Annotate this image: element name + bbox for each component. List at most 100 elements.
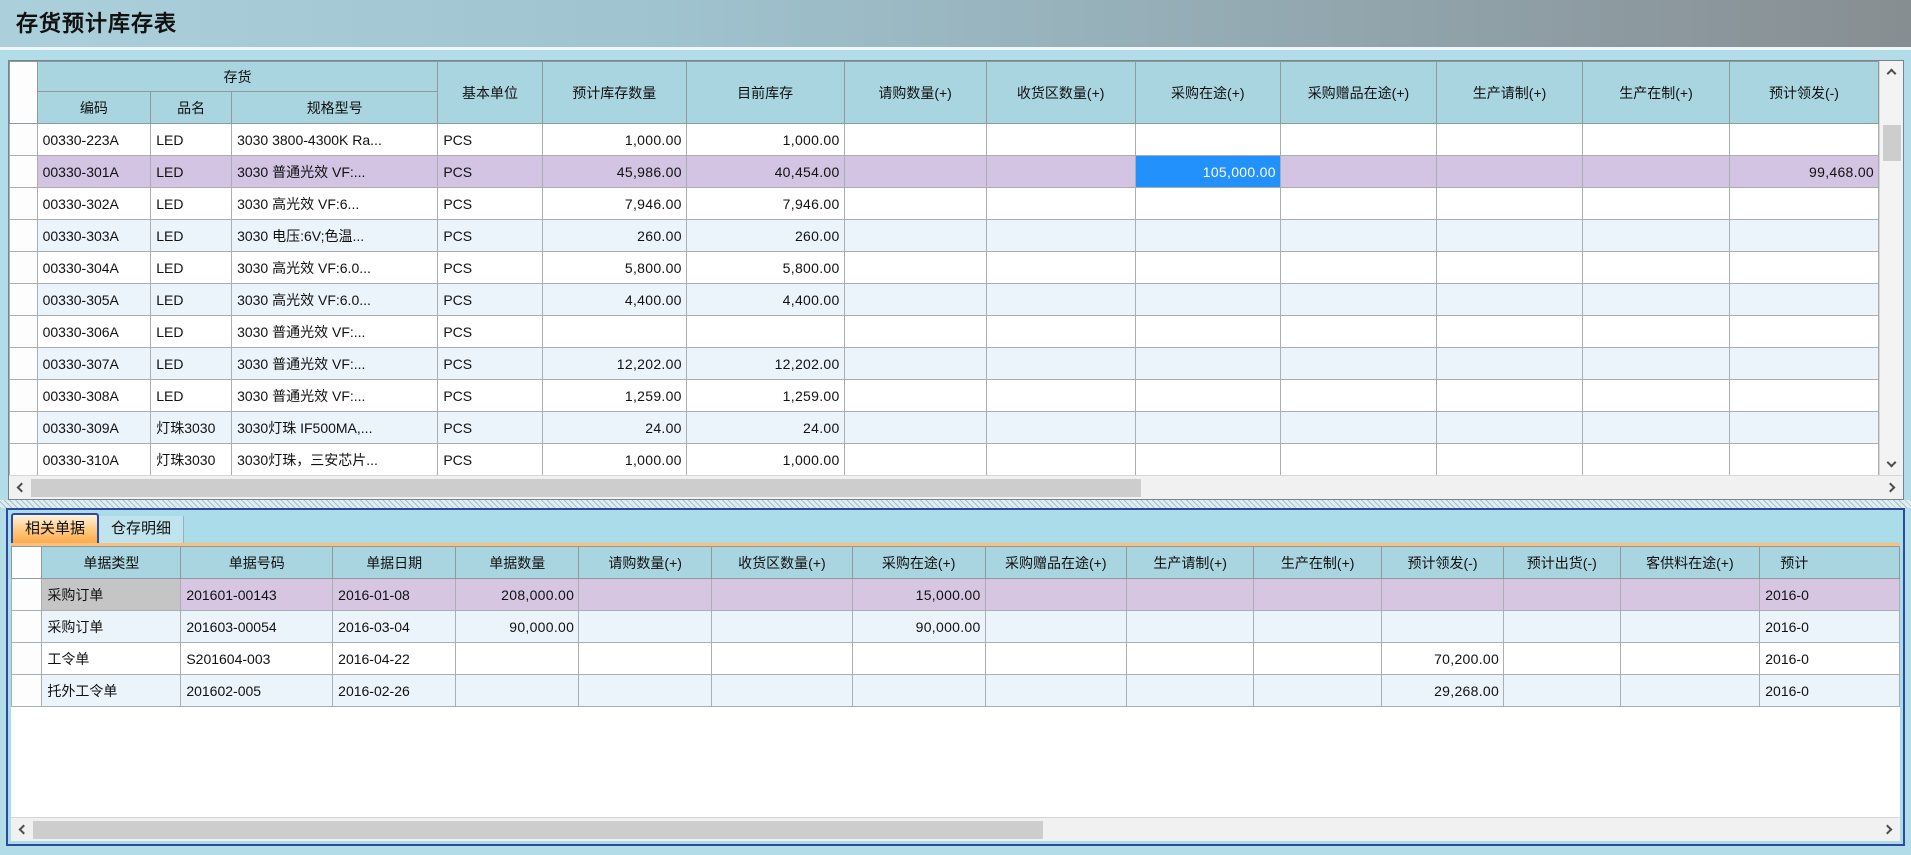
grid-cell[interactable] — [986, 380, 1135, 412]
grid-cell[interactable] — [1280, 156, 1436, 188]
grid-cell[interactable]: LED — [151, 156, 232, 188]
grid-cell[interactable] — [712, 675, 853, 707]
vertical-scroll-thumb[interactable] — [1883, 125, 1901, 161]
grid-cell[interactable] — [1135, 284, 1280, 316]
grid-cell[interactable]: 70,200.00 — [1381, 643, 1503, 675]
grid-cell[interactable] — [844, 124, 986, 156]
grid-cell[interactable]: LED — [151, 316, 232, 348]
row-indicator[interactable] — [12, 643, 42, 675]
grid-cell[interactable] — [985, 643, 1126, 675]
grid-cell[interactable]: PCS — [438, 316, 542, 348]
row-indicator[interactable] — [10, 380, 38, 412]
grid-cell[interactable] — [712, 643, 853, 675]
grid-cell[interactable]: PCS — [438, 444, 542, 476]
grid-cell[interactable]: PCS — [438, 380, 542, 412]
grid-cell[interactable] — [1729, 124, 1878, 156]
grid-cell[interactable]: 2016-0 — [1760, 675, 1900, 707]
grid-cell[interactable] — [1583, 380, 1730, 412]
grid-cell[interactable] — [986, 348, 1135, 380]
grid-cell[interactable]: PCS — [438, 188, 542, 220]
grid-cell[interactable] — [1729, 348, 1878, 380]
grid-cell[interactable] — [579, 611, 712, 643]
grid-cell[interactable] — [1729, 188, 1878, 220]
grid-cell[interactable] — [1280, 380, 1436, 412]
inventory-row[interactable]: 00330-305ALED3030 高光效 VF:6.0...PCS4,400.… — [10, 284, 1879, 316]
grid-cell[interactable] — [1135, 124, 1280, 156]
horizontal-scrollbar[interactable] — [9, 475, 1903, 499]
grid-cell[interactable]: 24.00 — [686, 412, 844, 444]
grid-cell[interactable] — [1437, 444, 1583, 476]
grid-cell[interactable]: 5,800.00 — [542, 252, 686, 284]
grid-cell[interactable] — [1280, 316, 1436, 348]
grid-cell[interactable] — [1280, 348, 1436, 380]
grid-cell[interactable] — [1254, 675, 1382, 707]
grid-cell[interactable] — [712, 579, 853, 611]
grid-cell[interactable] — [1135, 252, 1280, 284]
grid-cell[interactable] — [1437, 252, 1583, 284]
grid-cell[interactable]: PCS — [438, 284, 542, 316]
grid-cell[interactable]: 灯珠3030 — [151, 412, 232, 444]
grid-cell[interactable] — [1280, 412, 1436, 444]
grid-cell[interactable]: 29,268.00 — [1381, 675, 1503, 707]
grid-cell[interactable]: 3030 普通光效 VF:... — [232, 156, 438, 188]
grid-cell[interactable] — [986, 188, 1135, 220]
grid-cell[interactable]: 7,946.00 — [686, 188, 844, 220]
grid-cell[interactable]: 45,986.00 — [542, 156, 686, 188]
row-indicator[interactable] — [10, 252, 38, 284]
grid-cell[interactable] — [1620, 611, 1760, 643]
grid-cell[interactable] — [1504, 611, 1620, 643]
grid-cell[interactable]: PCS — [438, 156, 542, 188]
grid-cell[interactable]: 00330-309A — [37, 412, 151, 444]
grid-cell[interactable]: LED — [151, 252, 232, 284]
tab-warehouse-detail[interactable]: 仓存明细 — [99, 516, 184, 543]
grid-cell[interactable] — [1381, 611, 1503, 643]
grid-cell[interactable] — [1437, 316, 1583, 348]
grid-cell[interactable]: 2016-01-08 — [333, 579, 456, 611]
grid-cell[interactable]: 7,946.00 — [542, 188, 686, 220]
grid-cell[interactable] — [1504, 675, 1620, 707]
grid-cell[interactable] — [844, 380, 986, 412]
grid-cell[interactable]: 00330-310A — [37, 444, 151, 476]
grid-cell[interactable]: 40,454.00 — [686, 156, 844, 188]
grid-cell[interactable] — [579, 579, 712, 611]
grid-cell[interactable]: LED — [151, 284, 232, 316]
grid-cell[interactable]: S201604-003 — [181, 643, 333, 675]
scroll-down-button[interactable] — [1881, 453, 1903, 475]
doc-row[interactable]: 采购订单201601-001432016-01-08208,000.0015,0… — [12, 579, 1900, 611]
grid-cell[interactable]: 90,000.00 — [852, 611, 985, 643]
grid-cell[interactable]: 99,468.00 — [1729, 156, 1878, 188]
grid-cell[interactable]: 12,202.00 — [542, 348, 686, 380]
grid-cell[interactable] — [1729, 444, 1878, 476]
row-indicator[interactable] — [10, 444, 38, 476]
grid-cell[interactable]: 3030 普通光效 VF:... — [232, 380, 438, 412]
grid-cell[interactable] — [579, 643, 712, 675]
grid-cell[interactable]: 15,000.00 — [852, 579, 985, 611]
grid-cell[interactable] — [986, 284, 1135, 316]
grid-cell[interactable]: 00330-302A — [37, 188, 151, 220]
grid-cell[interactable] — [1620, 579, 1760, 611]
grid-cell[interactable] — [844, 252, 986, 284]
grid-cell[interactable]: 201603-00054 — [181, 611, 333, 643]
grid-cell[interactable]: 260.00 — [542, 220, 686, 252]
grid-cell[interactable] — [844, 348, 986, 380]
grid-cell[interactable]: PCS — [438, 252, 542, 284]
grid-cell[interactable] — [456, 675, 579, 707]
grid-cell[interactable] — [1437, 124, 1583, 156]
inventory-row[interactable]: 00330-303ALED3030 电压:6V;色温...PCS260.0026… — [10, 220, 1879, 252]
panel-splitter[interactable] — [0, 500, 1911, 508]
grid-cell[interactable]: 201601-00143 — [181, 579, 333, 611]
grid-cell[interactable] — [844, 444, 986, 476]
grid-cell[interactable]: 00330-301A — [37, 156, 151, 188]
inventory-row[interactable]: 00330-304ALED3030 高光效 VF:6.0...PCS5,800.… — [10, 252, 1879, 284]
inventory-row[interactable]: 00330-306ALED3030 普通光效 VF:...PCS — [10, 316, 1879, 348]
grid-cell[interactable]: 00330-305A — [37, 284, 151, 316]
grid-cell[interactable] — [1280, 444, 1436, 476]
inventory-row[interactable]: 00330-308ALED3030 普通光效 VF:...PCS1,259.00… — [10, 380, 1879, 412]
grid-cell[interactable] — [986, 444, 1135, 476]
focused-cell[interactable]: 105,000.00 — [1135, 156, 1280, 188]
grid-cell[interactable]: 3030 高光效 VF:6.0... — [232, 252, 438, 284]
grid-cell[interactable]: 3030灯珠 IF500MA,... — [232, 412, 438, 444]
grid-cell[interactable] — [844, 188, 986, 220]
grid-cell[interactable] — [1135, 444, 1280, 476]
grid-cell[interactable] — [1583, 444, 1730, 476]
